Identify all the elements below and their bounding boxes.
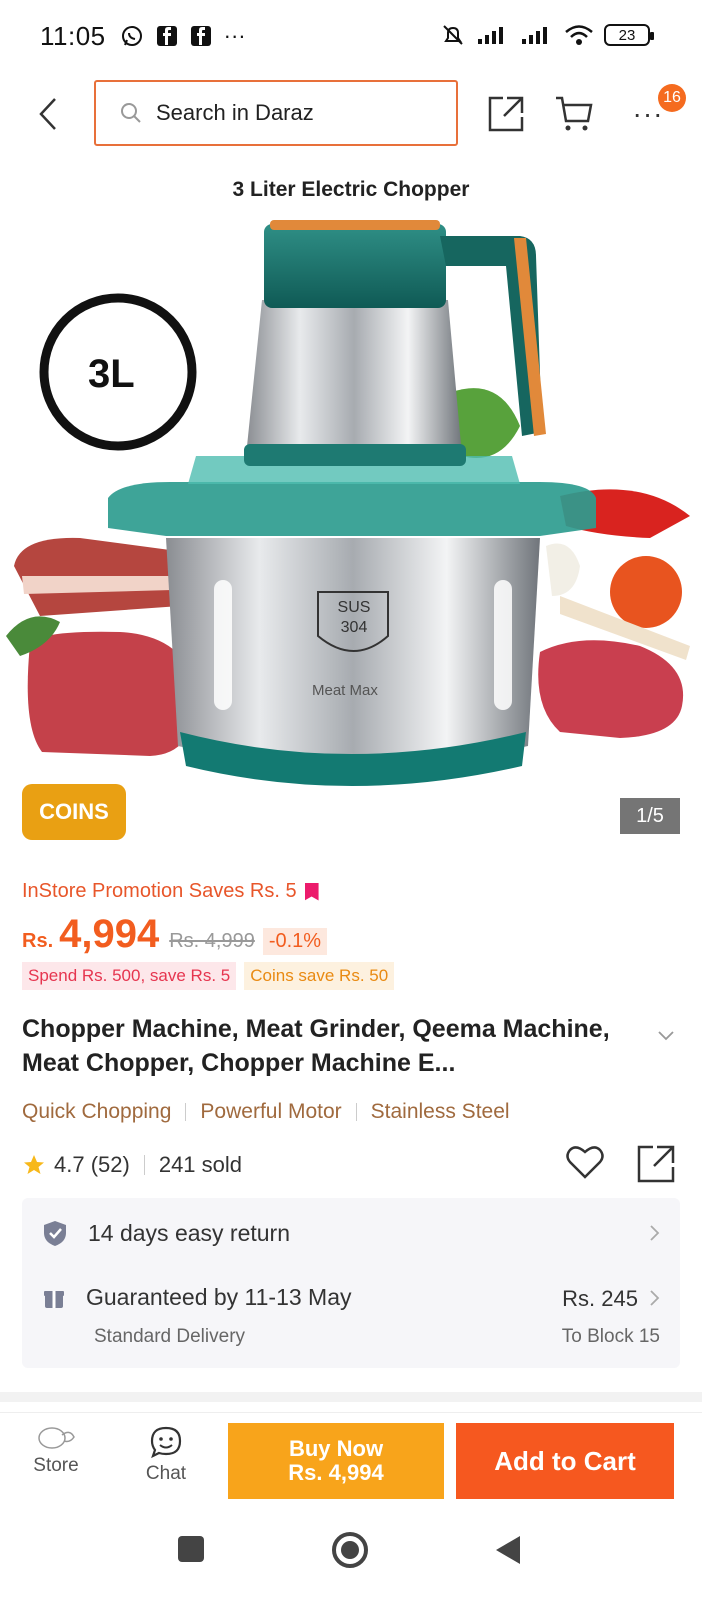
bottom-action-bar: Store Chat Buy Now Rs. 4,994 Add to Cart bbox=[0, 1412, 702, 1512]
whatsapp-icon bbox=[121, 26, 142, 46]
shield-check-icon bbox=[44, 1221, 66, 1246]
feature-divider bbox=[355, 1103, 357, 1121]
delivery-text: Guaranteed by 11-13 May bbox=[86, 1284, 352, 1310]
coins-save-chip[interactable]: Coins save Rs. 50 bbox=[244, 962, 395, 990]
search-icon bbox=[121, 103, 141, 123]
feature-tags: Quick Chopping Powerful Motor Stainless … bbox=[22, 1100, 510, 1124]
service-panel: 14 days easy return Guaranteed by 11-13 … bbox=[22, 1198, 680, 1368]
system-navigation-bar bbox=[0, 1512, 702, 1600]
chevron-right-icon bbox=[650, 1225, 660, 1241]
feature-divider bbox=[185, 1103, 187, 1121]
promo-flag-icon bbox=[304, 882, 319, 901]
delivery-line: Guaranteed by 11-13 May bbox=[42, 1284, 352, 1311]
coins-badge: COINS bbox=[22, 784, 126, 840]
product-share-button[interactable] bbox=[636, 1144, 676, 1189]
buy-now-button[interactable]: Buy Now Rs. 4,994 bbox=[228, 1423, 444, 1499]
product-image bbox=[6, 220, 690, 786]
promo-text: InStore Promotion Saves Rs. 5 bbox=[22, 880, 297, 902]
delivery-destination: To Block 15 bbox=[561, 1326, 660, 1347]
return-policy-row[interactable]: 14 days easy return bbox=[22, 1198, 680, 1268]
store-button[interactable]: Store bbox=[16, 1425, 96, 1477]
battery-icon: 23 bbox=[604, 24, 654, 46]
product-image-gallery[interactable]: 3 Liter Electric Chopper 3L SUS 304 Meat… bbox=[0, 166, 702, 852]
chevron-right-icon bbox=[650, 1290, 660, 1306]
more-notifications-icon: ··· bbox=[223, 23, 246, 48]
chat-label: Chat bbox=[145, 1463, 187, 1484]
instore-promotion[interactable]: InStore Promotion Saves Rs. 5 bbox=[22, 880, 319, 903]
feature-tag: Stainless Steel bbox=[370, 1100, 510, 1123]
buy-now-price: Rs. 4,994 bbox=[288, 1460, 384, 1485]
notification-badge: 16 bbox=[658, 84, 686, 112]
chat-button[interactable]: Chat bbox=[126, 1425, 206, 1485]
wifi-icon bbox=[565, 25, 593, 45]
search-input[interactable] bbox=[156, 100, 416, 126]
material-badge: SUS 304 bbox=[337, 599, 371, 636]
delivery-type: Standard Delivery bbox=[94, 1326, 246, 1347]
share-icon bbox=[637, 1145, 675, 1183]
heart-icon bbox=[566, 1146, 604, 1179]
home-button[interactable] bbox=[330, 1530, 370, 1575]
original-price: Rs. 4,999 bbox=[169, 930, 255, 952]
chevron-left-icon bbox=[39, 98, 56, 130]
feature-tag: Powerful Motor bbox=[200, 1100, 342, 1123]
rating-divider bbox=[143, 1155, 145, 1175]
back-nav-button[interactable] bbox=[492, 1534, 522, 1571]
wishlist-button[interactable] bbox=[566, 1144, 604, 1185]
triangle-back-icon bbox=[496, 1536, 520, 1564]
share-icon bbox=[488, 96, 524, 132]
muted-bell-icon bbox=[443, 25, 463, 45]
signal-icon bbox=[478, 27, 503, 44]
notification-icons: ··· bbox=[120, 23, 246, 49]
shipping-fee: Rs. 245 bbox=[562, 1286, 638, 1311]
system-icons: 23 bbox=[440, 22, 654, 48]
facebook-icon bbox=[156, 26, 177, 46]
top-header: ··· 16 bbox=[0, 72, 702, 156]
capacity-label: 3L bbox=[88, 352, 135, 396]
star-icon bbox=[24, 1155, 44, 1174]
feature-tag: Quick Chopping bbox=[22, 1100, 172, 1123]
rating-row[interactable]: 4.7 (52) 241 sold bbox=[22, 1152, 242, 1178]
recent-apps-button[interactable] bbox=[176, 1534, 206, 1569]
image-counter: 1/5 bbox=[620, 798, 680, 834]
spend-save-chip[interactable]: Spend Rs. 500, save Rs. 5 bbox=[22, 962, 237, 990]
add-to-cart-button[interactable]: Add to Cart bbox=[456, 1423, 674, 1499]
voucher-chips: Spend Rs. 500, save Rs. 5 Coins save Rs.… bbox=[22, 962, 395, 990]
square-icon bbox=[178, 1536, 204, 1562]
home-circle-icon bbox=[332, 1532, 368, 1568]
section-divider bbox=[0, 1392, 702, 1402]
current-price: 4,994 bbox=[59, 912, 160, 956]
share-button[interactable] bbox=[484, 92, 528, 136]
currency-label: Rs. bbox=[22, 930, 54, 952]
back-button[interactable] bbox=[28, 92, 68, 136]
buy-now-label: Buy Now bbox=[288, 1436, 384, 1461]
chat-icon bbox=[150, 1426, 182, 1459]
signal-icon bbox=[522, 27, 547, 44]
rating-value: 4.7 (52) bbox=[54, 1152, 130, 1177]
status-time: 11:05 bbox=[40, 20, 106, 51]
chevron-down-icon bbox=[658, 1031, 674, 1041]
store-label: Store bbox=[33, 1455, 79, 1476]
cart-button[interactable] bbox=[552, 92, 596, 136]
search-bar[interactable] bbox=[94, 80, 458, 146]
price-row: Rs. 4,994 Rs. 4,999 -0.1% bbox=[22, 912, 328, 957]
facebook-icon bbox=[190, 26, 211, 46]
gift-box-icon bbox=[44, 1290, 64, 1308]
cart-icon bbox=[556, 96, 593, 131]
delivery-row[interactable]: Guaranteed by 11-13 May Standard Deliver… bbox=[22, 1270, 680, 1360]
title-expand-button[interactable] bbox=[658, 1028, 674, 1046]
product-title: Chopper Machine, Meat Grinder, Qeema Mac… bbox=[22, 1015, 610, 1077]
status-bar: 11:05 ··· 23 bbox=[0, 0, 702, 72]
sold-count: 241 sold bbox=[158, 1152, 243, 1177]
store-icon bbox=[38, 1427, 75, 1449]
brand-mark: Meat Max bbox=[312, 682, 378, 699]
return-text: 14 days easy return bbox=[88, 1219, 291, 1246]
discount-badge: -0.1% bbox=[262, 928, 328, 955]
